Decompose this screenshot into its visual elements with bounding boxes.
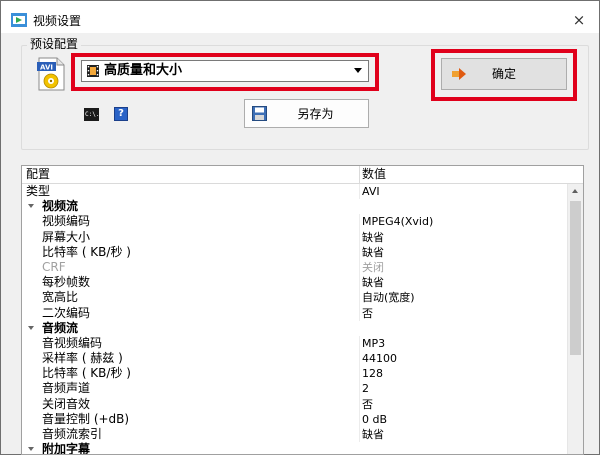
grid-property-row[interactable]: 二次编码 否 [22, 305, 568, 321]
property-label: 音视频编码 [42, 335, 103, 350]
property-value[interactable]: 否 [362, 306, 373, 321]
property-label: 屏幕大小 [42, 229, 91, 244]
property-label: 音频声道 [42, 381, 91, 396]
preset-selected-value: 高质量和大小 [104, 63, 183, 78]
grid-property-row[interactable]: 比特率 ( KB/秒 ) 缺省 [22, 244, 568, 260]
header-config: 配置 [26, 167, 51, 181]
property-label: 每秒帧数 [42, 275, 91, 290]
collapse-triangle-icon[interactable] [28, 325, 34, 330]
avi-icon-text: AVI [40, 63, 53, 71]
property-value[interactable]: 缺省 [362, 245, 384, 260]
property-value[interactable]: 2 [362, 381, 369, 396]
property-label: 采样率 ( 赫兹 ) [42, 351, 123, 366]
settings-property-grid: 配置 数值 类型 AVI 视频流 视频编码 MPEG4(Xvid) 屏幕大小 缺省 比特率 (… [21, 165, 584, 455]
property-value[interactable]: 缺省 [362, 427, 384, 442]
property-value[interactable]: MP3 [362, 336, 385, 351]
property-value[interactable]: 自动(宽度) [362, 290, 415, 305]
grid-property-row[interactable]: 屏幕大小 缺省 [22, 229, 568, 245]
avi-file-icon: AVI [37, 57, 65, 91]
property-label: 音频流 [42, 320, 79, 335]
grid-property-row[interactable]: 音视频编码 MP3 [22, 335, 568, 352]
ok-button[interactable]: 确定 [441, 58, 567, 90]
video-settings-window: 视频设置 × 预设配置 AVI 高质量和大小 确定 C:\. ? 另存为 配置 … [0, 0, 600, 455]
grid-property-row[interactable]: 每秒帧数 缺省 [22, 275, 568, 291]
property-value[interactable]: 128 [362, 366, 383, 381]
property-value[interactable]: MPEG4(Xvid) [362, 214, 433, 229]
property-value[interactable]: 关闭 [362, 260, 384, 275]
header-value: 数值 [362, 167, 387, 181]
film-icon [87, 65, 99, 77]
collapse-triangle-icon[interactable] [28, 447, 34, 452]
preset-dropdown[interactable]: 高质量和大小 [81, 60, 369, 82]
help-icon[interactable]: ? [114, 107, 128, 121]
grid-category-row[interactable]: 附加字幕 [22, 442, 568, 455]
property-label: 音量控制 (+dB) [42, 411, 130, 426]
grid-property-row[interactable]: 视频编码 MPEG4(Xvid) [22, 214, 568, 230]
property-label: 比特率 ( KB/秒 ) [42, 366, 131, 381]
property-label: 音频流索引 [42, 427, 103, 441]
grid-category-row[interactable]: 视频流 [22, 199, 568, 214]
property-label: 宽高比 [42, 290, 79, 305]
grid-rows: 类型 AVI 视频流 视频编码 MPEG4(Xvid) 屏幕大小 缺省 比特率 ( KB/秒 … [22, 184, 568, 455]
command-prompt-icon[interactable]: C:\. [84, 108, 99, 121]
scroll-thumb[interactable] [570, 201, 581, 355]
grid-property-row[interactable]: 音频声道 2 [22, 381, 568, 397]
property-label: CRF [42, 259, 66, 274]
property-label: 二次编码 [42, 305, 91, 320]
property-value[interactable]: 0 dB [362, 412, 387, 427]
grid-property-row[interactable]: CRF 关闭 [22, 259, 568, 276]
save-as-button[interactable]: 另存为 [244, 99, 369, 128]
grid-property-row[interactable]: 采样率 ( 赫兹 ) 44100 [22, 351, 568, 367]
grid-property-row[interactable]: 宽高比 自动(宽度) [22, 290, 568, 306]
property-label: 视频编码 [42, 214, 91, 229]
grid-property-row[interactable]: 音频流索引 缺省 [22, 427, 568, 443]
vertical-scrollbar[interactable] [567, 184, 583, 454]
property-label: 比特率 ( KB/秒 ) [42, 244, 131, 259]
property-value[interactable]: 44100 [362, 351, 397, 366]
grid-category-row[interactable]: 音频流 [22, 321, 568, 336]
grid-header: 配置 数值 [22, 166, 583, 184]
property-label: 附加字幕 [42, 442, 91, 455]
save-as-label: 另存为 [297, 107, 334, 121]
chevron-down-icon [354, 68, 362, 73]
property-value[interactable]: 否 [362, 397, 373, 412]
preset-group-label: 预设配置 [27, 37, 82, 51]
grid-property-row[interactable]: 类型 AVI [22, 184, 568, 200]
title-bar: 视频设置 × [1, 1, 599, 33]
collapse-triangle-icon[interactable] [28, 204, 34, 209]
property-label: 关闭音效 [42, 396, 91, 411]
scroll-up-arrow-icon[interactable] [568, 184, 583, 199]
grid-property-row[interactable]: 关闭音效 否 [22, 396, 568, 412]
property-value[interactable]: AVI [362, 184, 380, 199]
grid-property-row[interactable]: 音量控制 (+dB) 0 dB [22, 411, 568, 427]
property-label: 类型 [26, 184, 51, 198]
app-icon [11, 13, 27, 27]
window-title: 视频设置 [33, 14, 82, 28]
close-button[interactable]: × [569, 10, 589, 30]
property-value[interactable]: 缺省 [362, 275, 384, 290]
property-label: 视频流 [42, 199, 79, 214]
ok-button-label: 确定 [491, 67, 516, 81]
grid-property-row[interactable]: 比特率 ( KB/秒 ) 128 [22, 366, 568, 382]
property-value[interactable]: 缺省 [362, 230, 384, 245]
